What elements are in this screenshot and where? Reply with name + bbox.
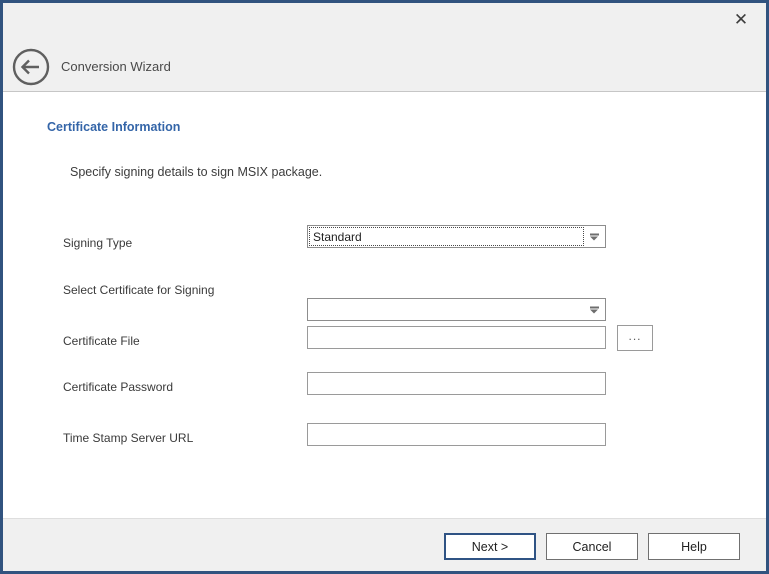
conversion-wizard-dialog: Conversion Wizard ✕ Certificate Informat… xyxy=(0,0,769,574)
page-title: Certificate Information xyxy=(47,120,180,134)
wizard-header: Conversion Wizard ✕ xyxy=(3,3,766,92)
back-arrow-icon xyxy=(12,48,50,86)
certificate-password-label: Certificate Password xyxy=(63,380,293,394)
wizard-title: Conversion Wizard xyxy=(61,59,171,74)
help-button[interactable]: Help xyxy=(648,533,740,560)
chevron-down-icon xyxy=(590,306,599,313)
signing-type-combobox[interactable]: Standard xyxy=(307,225,606,248)
page-description: Specify signing details to sign MSIX pac… xyxy=(70,165,322,179)
chevron-down-icon xyxy=(590,233,599,240)
certificate-file-label: Certificate File xyxy=(63,334,293,348)
certificate-password-input[interactable] xyxy=(307,372,606,395)
close-icon[interactable]: ✕ xyxy=(727,6,755,32)
select-certificate-label: Select Certificate for Signing xyxy=(63,283,293,297)
timestamp-url-input[interactable] xyxy=(307,423,606,446)
certificate-file-input[interactable] xyxy=(307,326,606,349)
signing-type-label: Signing Type xyxy=(63,236,293,250)
select-certificate-combobox[interactable] xyxy=(307,298,606,321)
back-button[interactable] xyxy=(12,48,50,86)
browse-button[interactable]: ... xyxy=(617,325,653,351)
cancel-button[interactable]: Cancel xyxy=(546,533,638,560)
next-button[interactable]: Next > xyxy=(444,533,536,560)
signing-type-value: Standard xyxy=(308,230,605,244)
timestamp-url-label: Time Stamp Server URL xyxy=(63,431,293,445)
